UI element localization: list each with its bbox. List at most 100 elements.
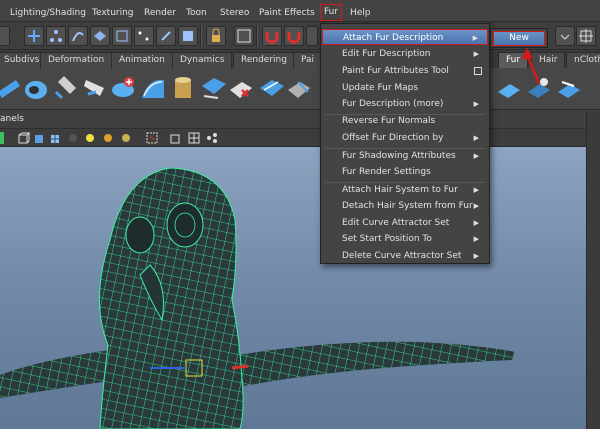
tab-animation[interactable]: Animation <box>111 52 173 68</box>
crosshair-icon[interactable] <box>576 26 596 46</box>
fur-plane-icon[interactable] <box>198 72 228 104</box>
menu-item-delete-curve-attractor-set[interactable]: Delete Curve Attractor Set ▶ <box>322 248 488 264</box>
submenu-arrow-icon: ▶ <box>473 252 479 260</box>
annotation-arrow-icon <box>521 48 541 85</box>
fur-tool-icon[interactable] <box>0 72 24 104</box>
select-hierarchy-icon[interactable] <box>46 26 66 46</box>
menu-item-label: Fur Shadowing Attributes <box>342 151 456 161</box>
snap-point-icon[interactable] <box>156 26 176 46</box>
lights-icon[interactable] <box>67 132 79 144</box>
textured-icon[interactable] <box>50 132 62 144</box>
menu-stereo[interactable]: Stereo <box>220 6 249 20</box>
snap-plane-icon[interactable] <box>178 26 198 46</box>
snap-curve-icon[interactable] <box>134 26 154 46</box>
select-object-icon[interactable] <box>68 26 88 46</box>
fur-edit-icon[interactable] <box>256 72 286 104</box>
fur-map-icon[interactable] <box>284 72 314 104</box>
menu-item-fur-render-settings[interactable]: Fur Render Settings <box>322 164 488 180</box>
menu-item-set-start-position[interactable]: Set Start Position To ▶ <box>322 231 488 247</box>
menu-item-label: Set Start Position To <box>342 234 432 244</box>
submenu-arrow-icon: ▶ <box>473 202 479 210</box>
toolbar-more-icon[interactable] <box>306 26 318 46</box>
menu-item-label: Detach Hair System from Fur <box>342 201 473 211</box>
lock-icon[interactable] <box>206 26 226 46</box>
xray-icon[interactable] <box>170 132 182 144</box>
shadows-icon[interactable] <box>120 132 132 144</box>
submenu-arrow-icon: ▶ <box>473 50 479 58</box>
select-component-icon[interactable] <box>90 26 110 46</box>
channel-box-edge <box>586 112 600 429</box>
fur-delete-icon[interactable] <box>226 72 256 104</box>
tab-deformation[interactable]: Deformation <box>40 52 113 68</box>
menu-item-edit-curve-attractor-set[interactable]: Edit Curve Attractor Set ▶ <box>322 215 488 231</box>
menu-item-update-fur-maps[interactable]: Update Fur Maps <box>322 80 488 96</box>
tab-ncloth[interactable]: nCloth <box>566 52 600 68</box>
submenu-arrow-icon: ▶ <box>473 100 479 108</box>
submenu-arrow-icon: ▶ <box>473 219 479 227</box>
option-box-icon[interactable] <box>474 67 482 75</box>
fur-cylinder-icon[interactable] <box>168 72 198 104</box>
all-lights-icon[interactable] <box>102 132 114 144</box>
menu-item-offset-fur-direction[interactable]: Offset Fur Direction by ▶ <box>322 130 488 146</box>
menu-fur[interactable]: Fur <box>320 4 343 21</box>
submenu-arrow-icon: ▶ <box>473 186 479 194</box>
toolbar-separator <box>256 25 258 47</box>
panel-toolbar <box>0 129 600 147</box>
fur-menu-dropdown: Attach Fur Description ▶ Edit Fur Descri… <box>320 23 490 264</box>
toolbar-separator <box>200 25 202 47</box>
menu-item-label: Edit Curve Attractor Set <box>342 218 450 228</box>
fur-paint-icon[interactable] <box>52 72 82 104</box>
magnet-curve-icon[interactable] <box>284 26 304 46</box>
magnet-icon[interactable] <box>262 26 282 46</box>
wireframe-box-icon[interactable] <box>18 132 30 144</box>
menu-help[interactable]: Help <box>350 6 371 20</box>
menu-item-attach-fur-description[interactable]: Attach Fur Description ▶ <box>322 29 488 45</box>
tab-paint-effects[interactable]: Pai <box>293 52 323 68</box>
perspective-viewport[interactable] <box>0 147 586 429</box>
menu-item-detach-hair-system[interactable]: Detach Hair System from Fur ▶ <box>322 198 488 214</box>
input-menu-icon[interactable] <box>555 26 575 46</box>
submenu-arrow-icon: ▶ <box>473 235 479 243</box>
menu-item-label: Paint Fur Attributes Tool <box>342 66 449 76</box>
menu-texturing[interactable]: Texturing <box>92 6 134 20</box>
fur-surface-icon[interactable] <box>138 72 168 104</box>
default-light-icon[interactable] <box>84 132 96 144</box>
isolate-select-icon[interactable] <box>146 132 158 144</box>
menu-item-reverse-fur-normals[interactable]: Reverse Fur Normals <box>322 113 488 129</box>
tab-rendering[interactable]: Rendering <box>233 52 295 68</box>
menu-item-label: Fur Description (more) <box>342 99 444 109</box>
menu-paint-effects[interactable]: Paint Effects <box>259 6 315 20</box>
smooth-shade-icon[interactable] <box>34 132 46 144</box>
menu-item-label: Reverse Fur Normals <box>342 116 436 126</box>
menu-item-label: Update Fur Maps <box>342 83 419 93</box>
fur-attach-icon[interactable] <box>22 72 52 104</box>
menu-toon[interactable]: Toon <box>186 6 207 20</box>
menu-item-fur-description-more[interactable]: Fur Description (more) ▶ <box>322 96 488 112</box>
fur-comb-icon[interactable] <box>80 72 110 104</box>
panels-menu[interactable]: anels <box>0 114 24 124</box>
fur-shelf <box>0 68 600 110</box>
menu-item-paint-fur-attributes-tool[interactable]: Paint Fur Attributes Tool <box>322 63 488 79</box>
menu-item-label: Attach Hair System to Fur <box>342 185 458 195</box>
shelf-tab-bar: Subdivs Deformation Animation Dynamics R… <box>0 50 600 68</box>
select-icon[interactable] <box>24 26 44 46</box>
share-icon[interactable] <box>206 132 218 144</box>
xray-joints-icon[interactable] <box>188 132 200 144</box>
menu-item-label: Delete Curve Attractor Set <box>342 251 462 261</box>
tab-dynamics[interactable]: Dynamics <box>172 52 233 68</box>
fur-feedback-icon[interactable] <box>108 72 138 104</box>
submenu-arrow-icon: ▶ <box>473 152 479 160</box>
menu-lighting-shading[interactable]: Lighting/Shading <box>10 6 86 20</box>
panel-green-icon[interactable] <box>0 132 4 144</box>
menubar: Lighting/Shading Texturing Render Toon S… <box>0 0 600 22</box>
toolbar-chevron-icon[interactable] <box>0 26 10 46</box>
panel-menu-bar: anels <box>0 110 600 129</box>
menu-item-edit-fur-description[interactable]: Edit Fur Description ▶ <box>322 46 488 62</box>
grid-toggle-icon[interactable] <box>234 26 254 46</box>
menu-item-fur-shadowing-attributes[interactable]: Fur Shadowing Attributes ▶ <box>322 148 488 164</box>
fur-settings-icon[interactable] <box>554 72 584 104</box>
snap-grid-icon[interactable] <box>112 26 132 46</box>
menu-item-attach-hair-system[interactable]: Attach Hair System to Fur ▶ <box>322 182 488 198</box>
submenu-arrow-icon: ▶ <box>472 34 478 42</box>
menu-render[interactable]: Render <box>144 6 176 20</box>
